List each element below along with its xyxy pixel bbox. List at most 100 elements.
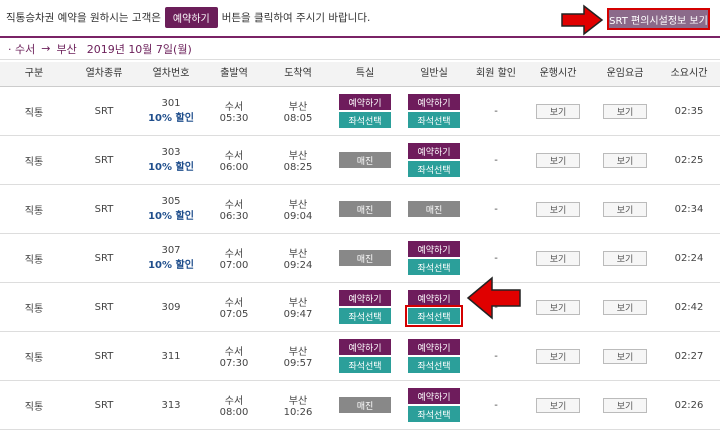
- arrival-time: 09:47: [283, 309, 313, 320]
- train-number: 309: [161, 301, 181, 313]
- departure-time: 05:30: [219, 113, 249, 124]
- table-cell: 보기: [524, 381, 592, 429]
- member-discount: -: [494, 203, 498, 215]
- table-cell: 직통: [0, 283, 68, 331]
- table-cell: SRT: [68, 185, 140, 233]
- table-cell: 02:42: [658, 283, 720, 331]
- route-type: 직통: [24, 401, 44, 413]
- table-cell: 보기: [592, 283, 658, 331]
- fare-view-button[interactable]: 보기: [603, 201, 647, 217]
- table-cell: 예약하기좌석선택: [400, 136, 468, 184]
- table-cell: 매진: [330, 136, 400, 184]
- reserve-button[interactable]: 예약하기: [339, 339, 391, 355]
- reserve-button[interactable]: 예약하기: [339, 94, 391, 110]
- train-number: 311: [161, 350, 181, 362]
- table-cell: 02:27: [658, 332, 720, 380]
- train-kind: SRT: [94, 154, 114, 166]
- run-time-view-button[interactable]: 보기: [536, 348, 580, 364]
- fare-view-button[interactable]: 보기: [603, 103, 647, 119]
- table-row: 직통 SRT 301 10% 할인 수서 05:30 부산 08:05 예약하기 좌석선택 예약하기…: [0, 87, 720, 136]
- reserve-button[interactable]: 예약하기: [408, 94, 460, 110]
- table-cell: -: [468, 136, 524, 184]
- run-time-view-button[interactable]: 보기: [536, 201, 580, 217]
- reserve-button[interactable]: 예약하기: [408, 339, 460, 355]
- arrival-time: 08:25: [283, 162, 313, 173]
- table-cell: 보기: [592, 332, 658, 380]
- reserve-button[interactable]: 예약하기: [408, 388, 460, 404]
- notice-before: 직통승차권 예약을 원하시는 고객은: [6, 11, 161, 24]
- header-special: 특실: [355, 68, 375, 79]
- table-cell: 예약하기좌석선택: [400, 381, 468, 429]
- table-cell: 02:26: [658, 381, 720, 429]
- table-cell: 보기: [592, 136, 658, 184]
- seat-select-button[interactable]: 좌석선택: [339, 308, 391, 324]
- reserve-button[interactable]: 예약하기: [339, 290, 391, 306]
- table-cell: 매진: [330, 185, 400, 233]
- reserve-button[interactable]: 예약하기: [408, 290, 460, 306]
- departure-time: 07:05: [219, 309, 249, 320]
- train-kind: SRT: [94, 350, 114, 362]
- table-cell: 수서 07:05: [202, 283, 266, 331]
- table-row: 직통 SRT 311 수서 07:30 부산 09:57 예약하기 좌석선택 예약하기 좌석선택 - 보…: [0, 332, 720, 381]
- sold-out-badge: 매진: [408, 201, 460, 217]
- facility-info-button[interactable]: SRT 편의시설정보 보기: [607, 8, 710, 30]
- table-cell: 수서 06:30: [202, 185, 266, 233]
- train-kind: SRT: [94, 105, 114, 117]
- arrival-station: 부산: [288, 102, 308, 113]
- run-time-view-button[interactable]: 보기: [536, 299, 580, 315]
- fare-view-button[interactable]: 보기: [603, 348, 647, 364]
- table-cell: 예약하기좌석선택: [330, 87, 400, 135]
- departure-time: 07:30: [219, 358, 249, 369]
- seat-select-button[interactable]: 좌석선택: [408, 259, 460, 275]
- table-cell: 보기: [524, 283, 592, 331]
- train-number: 313: [161, 399, 181, 411]
- table-cell: 예약하기좌석선택: [400, 87, 468, 135]
- discount-label: 10% 할인: [148, 113, 194, 124]
- run-time-view-button[interactable]: 보기: [536, 103, 580, 119]
- fare-view-button[interactable]: 보기: [603, 250, 647, 266]
- departure-time: 06:30: [219, 211, 249, 222]
- table-cell: 02:34: [658, 185, 720, 233]
- duration: 02:26: [674, 399, 704, 411]
- seat-select-button[interactable]: 좌석선택: [339, 357, 391, 373]
- table-row: 직통 SRT 303 10% 할인 수서 06:00 부산 08:25 매진 예약하기 좌석선택 - 보…: [0, 136, 720, 185]
- seat-select-button[interactable]: 좌석선택: [408, 406, 460, 422]
- run-time-view-button[interactable]: 보기: [536, 152, 580, 168]
- sold-out-badge: 매진: [339, 250, 391, 266]
- route-type: 직통: [24, 107, 44, 119]
- table-cell: 02:25: [658, 136, 720, 184]
- discount-label: 10% 할인: [148, 260, 194, 271]
- arrival-station: 부산: [288, 151, 308, 162]
- departure-station: 수서: [224, 347, 244, 358]
- duration: 02:25: [674, 154, 704, 166]
- fare-view-button[interactable]: 보기: [603, 299, 647, 315]
- table-cell: -: [468, 332, 524, 380]
- seat-select-button[interactable]: 좌석선택: [408, 161, 460, 177]
- table-cell: 수서 06:00: [202, 136, 266, 184]
- red-arrow-left-icon: [466, 276, 521, 320]
- sold-out-badge: 매진: [339, 152, 391, 168]
- fare-view-button[interactable]: 보기: [603, 397, 647, 413]
- departure-station: 수서: [224, 249, 244, 260]
- reserve-button[interactable]: 예약하기: [408, 241, 460, 257]
- run-time-view-button[interactable]: 보기: [536, 397, 580, 413]
- table-cell: 직통: [0, 136, 68, 184]
- seat-select-button[interactable]: 좌석선택: [339, 112, 391, 128]
- arrival-station: 부산: [288, 347, 308, 358]
- reserve-button[interactable]: 예약하기: [408, 143, 460, 159]
- header-arrival: 도착역: [284, 68, 312, 79]
- seat-select-button[interactable]: 좌석선택: [408, 357, 460, 373]
- departure-station: 수서: [224, 102, 244, 113]
- table-header: 구분 열차종류 열차번호 출발역 도착역 특실 일반실 회원 할인 운행시간 운임요금 소요시간: [0, 62, 720, 87]
- header-train-number: 열차번호: [152, 68, 190, 79]
- member-discount: -: [494, 350, 498, 362]
- departure-station: 수서: [224, 298, 244, 309]
- fare-view-button[interactable]: 보기: [603, 152, 647, 168]
- table-cell: 매진: [330, 234, 400, 282]
- table-cell: 02:24: [658, 234, 720, 282]
- seat-select-button[interactable]: 좌석선택: [408, 112, 460, 128]
- header-general: 일반실: [420, 68, 448, 79]
- arrival-time: 09:24: [283, 260, 313, 271]
- seat-select-button[interactable]: 좌석선택: [405, 305, 463, 327]
- run-time-view-button[interactable]: 보기: [536, 250, 580, 266]
